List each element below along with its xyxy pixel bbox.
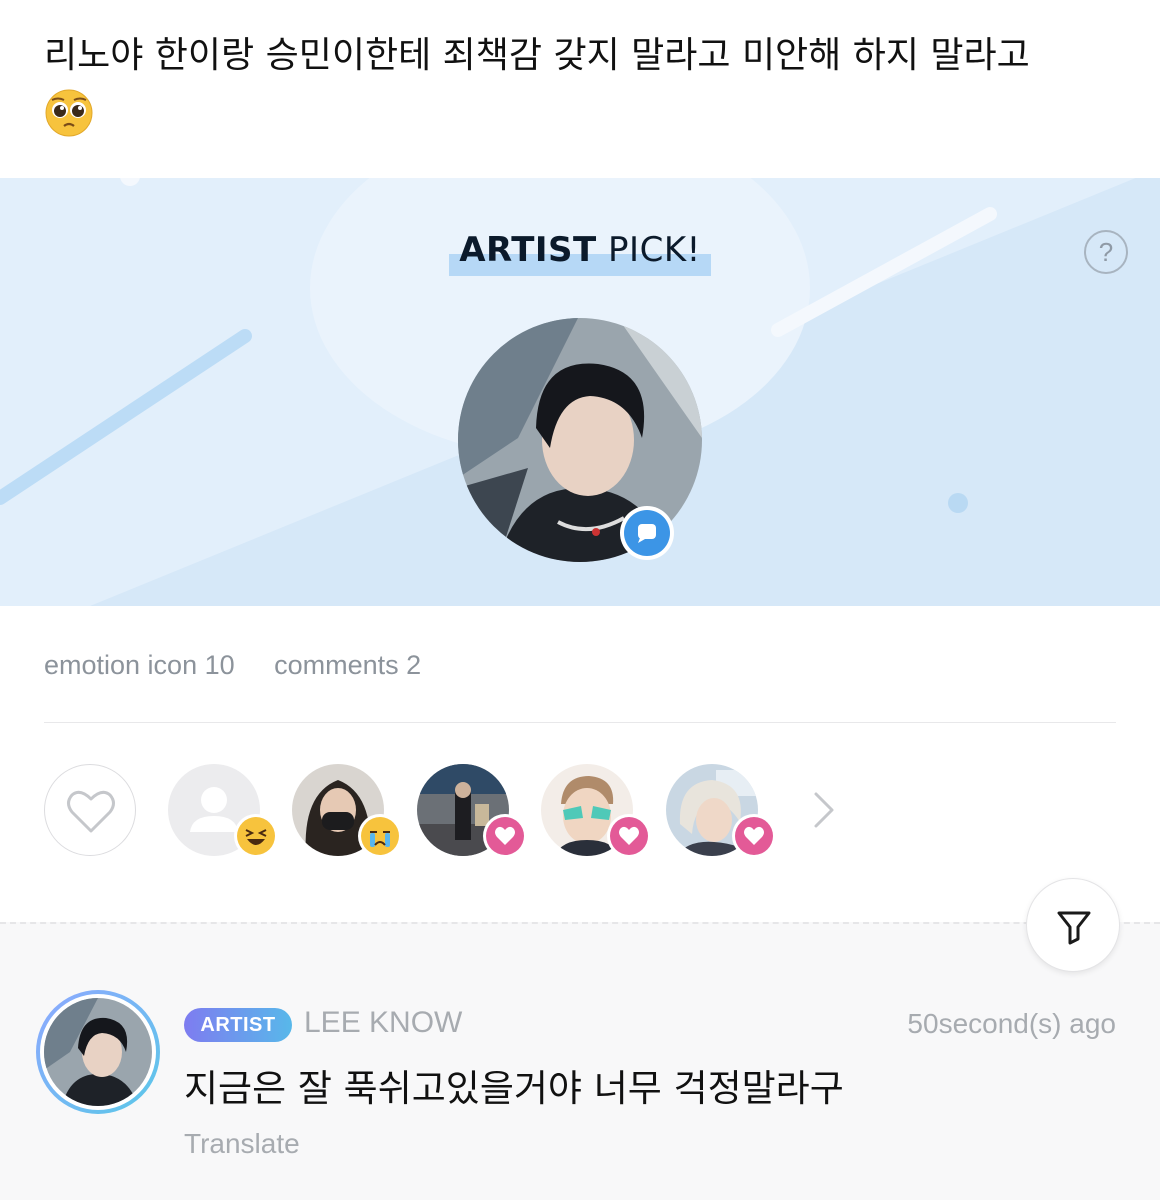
heart-icon <box>744 826 764 845</box>
like-button[interactable] <box>44 764 136 856</box>
post-body: 리노야 한이랑 승민이한테 죄책감 갖지 말라고 미안해 하지 말라고 <box>44 28 1124 140</box>
artist-pick-title: ARTIST PICK! <box>0 230 1160 276</box>
heart-emotion-badge <box>732 814 776 858</box>
comment-author-name[interactable]: LEE KNOW <box>304 1006 462 1040</box>
artist-pick-title-light: PICK! <box>608 230 701 270</box>
heart-icon <box>619 826 639 845</box>
pleading-face-emoji-icon <box>44 88 94 138</box>
comment-timestamp: 50second(s) ago <box>907 1008 1116 1039</box>
post-stats: emotion icon 10 comments 2 <box>44 650 453 681</box>
chat-bubble-icon <box>638 524 656 543</box>
laughing-emotion-badge <box>234 814 278 858</box>
heart-icon <box>495 826 515 845</box>
post-text: 리노야 한이랑 승민이한테 죄책감 갖지 말라고 미안해 하지 말라고 <box>44 35 1030 76</box>
artist-badge: ARTIST <box>184 1008 292 1042</box>
emotion-count[interactable]: emotion icon 10 <box>44 650 235 680</box>
comment-text: 지금은 잘 푹쉬고있을거야 너무 걱정말라구 <box>184 1067 844 1110</box>
heart-emotion-badge <box>483 814 527 858</box>
heart-outline-icon <box>67 790 115 833</box>
translate-link[interactable]: Translate <box>184 1128 300 1160</box>
comment-author-avatar[interactable] <box>36 990 160 1114</box>
comment-count[interactable]: comments 2 <box>274 650 421 680</box>
chat-badge <box>620 506 674 560</box>
crying-face-icon <box>370 831 390 847</box>
artist-pick-banner: ARTIST PICK! ? <box>0 178 1160 606</box>
author-photo <box>44 998 152 1106</box>
reactions-row <box>44 764 1044 860</box>
laughing-face-icon <box>245 829 267 845</box>
filter-icon <box>1057 911 1091 945</box>
help-button[interactable]: ? <box>1084 230 1128 274</box>
crying-emotion-badge <box>358 814 402 858</box>
filter-button[interactable] <box>1026 878 1120 972</box>
artist-pick-title-bold: ARTIST <box>459 230 597 270</box>
divider <box>44 722 1116 723</box>
chevron-right-icon[interactable] <box>810 790 840 830</box>
heart-emotion-badge <box>607 814 651 858</box>
